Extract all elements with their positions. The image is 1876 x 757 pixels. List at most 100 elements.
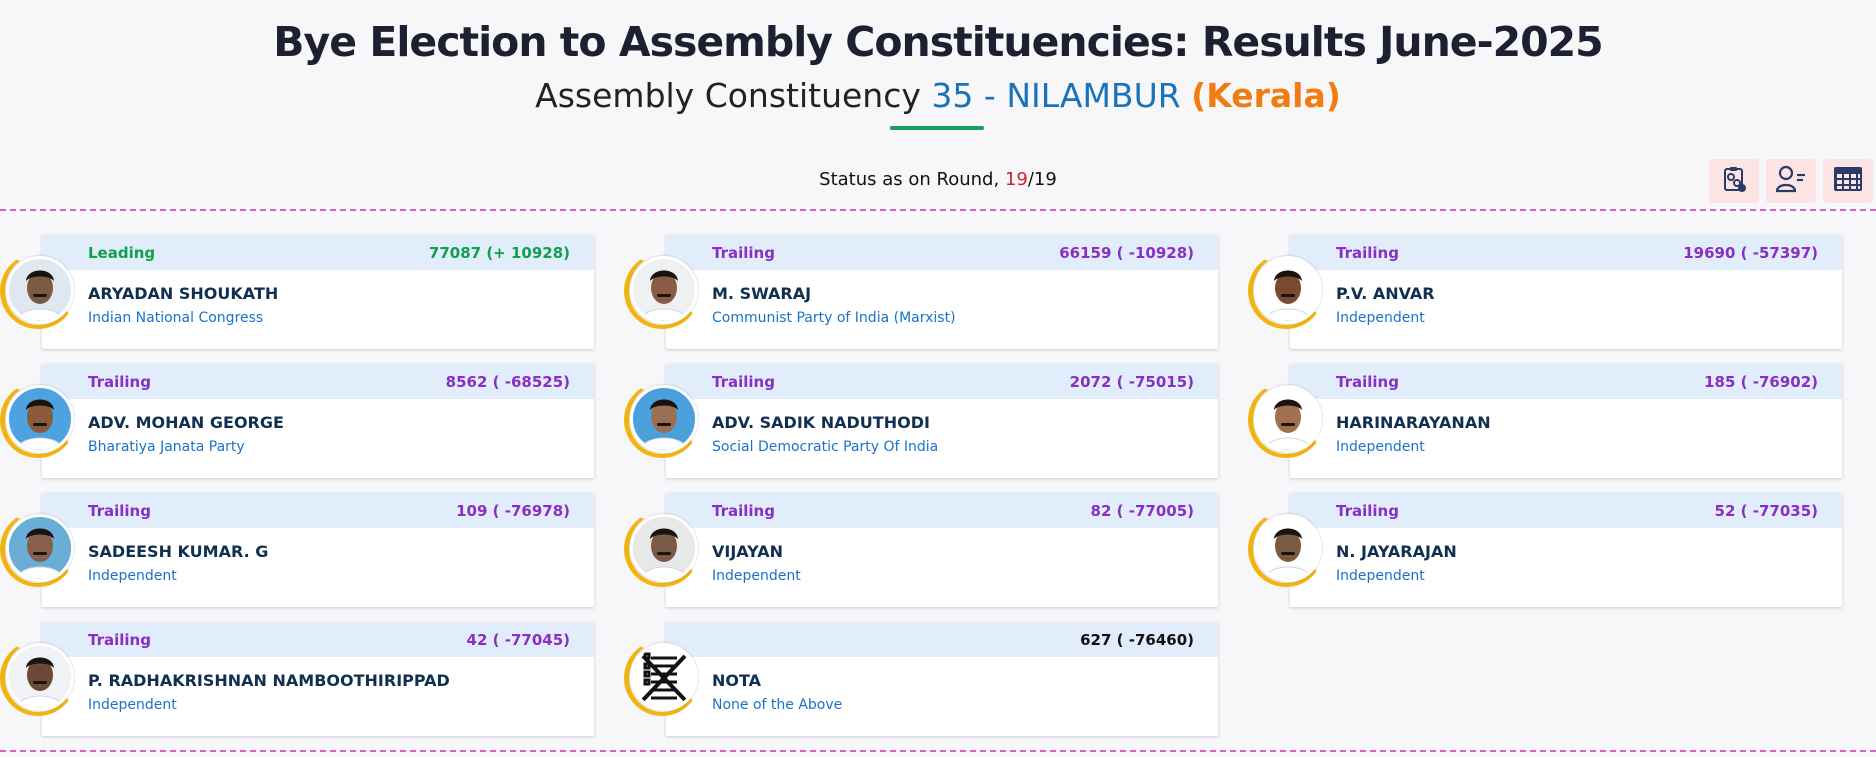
candidate-status: Trailing: [1336, 373, 1399, 391]
total-rounds: 19: [1033, 169, 1057, 190]
candidate-card: Trailing 8562 ( -68525) ADV. MOHAN GEORGE B…: [42, 364, 594, 478]
candidate-card-header: Trailing 2072 ( -75015): [666, 364, 1218, 399]
candidate-votes: 2072 ( -75015): [1069, 373, 1194, 391]
candidate-card-header: Trailing 42 ( -77045): [42, 622, 594, 657]
candidate-party: Independent: [712, 568, 801, 584]
candidate-photo: [1248, 253, 1326, 331]
page-title: Bye Election to Assembly Constituencies:…: [273, 18, 1603, 66]
candidate-card: Trailing 42 ( -77045) P. RADHAKRISHNAN NAM…: [42, 622, 594, 736]
candidate-party: None of the Above: [712, 697, 843, 713]
candidate-photo: [624, 511, 702, 589]
candidate-photo: [624, 382, 702, 460]
avatar-icon: [630, 514, 698, 582]
candidate-card: Trailing 19690 ( -57397) P.V. ANVAR Indepen…: [1290, 235, 1842, 349]
candidate-name: VIJAYAN: [712, 542, 783, 561]
title-underline: [890, 126, 984, 130]
candidate-party: Indian National Congress: [88, 310, 264, 326]
candidate-photo: [1248, 382, 1326, 460]
candidate-votes: 66159 ( -10928): [1059, 244, 1194, 262]
table-view-button[interactable]: [1823, 159, 1873, 203]
avatar-icon: [6, 256, 74, 324]
candidate-photo: [0, 382, 78, 460]
candidate-list-button[interactable]: [1766, 159, 1816, 203]
candidate-name: P. RADHAKRISHNAN NAMBOOTHIRIPPAD: [88, 671, 450, 690]
candidate-status: Trailing: [712, 244, 775, 262]
candidate-party: Social Democratic Party Of India: [712, 439, 939, 455]
status-prefix: Status as on Round,: [819, 169, 1000, 190]
candidate-name: HARINARAYANAN: [1336, 413, 1491, 432]
user-list-icon: [1775, 164, 1807, 199]
candidate-votes: 109 ( -76978): [456, 502, 570, 520]
candidate-card: Trailing 66159 ( -10928) M. SWARAJ Communis…: [666, 235, 1218, 349]
avatar-icon: [6, 643, 74, 711]
constituency-number: 35: [931, 76, 974, 115]
avatar-icon: [630, 256, 698, 324]
candidate-card-header: Trailing 109 ( -76978): [42, 493, 594, 528]
candidate-name: SADEESH KUMAR. G: [88, 542, 269, 561]
candidate-photo: [0, 640, 78, 718]
candidate-name: P.V. ANVAR: [1336, 284, 1435, 303]
clipboard-gear-icon: [1719, 164, 1749, 199]
candidate-card: Trailing 109 ( -76978) SADEESH KUMAR. G Ind…: [42, 493, 594, 607]
candidate-status: Trailing: [88, 631, 151, 649]
candidate-card-header: Trailing 8562 ( -68525): [42, 364, 594, 399]
constituency-subtitle: Assembly Constituency 35 - NILAMBUR (Ker…: [0, 76, 1876, 115]
candidate-card-header: Trailing 82 ( -77005): [666, 493, 1218, 528]
avatar-icon: [1254, 385, 1322, 453]
candidate-party: Independent: [1336, 439, 1425, 455]
candidate-party: Independent: [1336, 310, 1425, 326]
candidate-votes: 19690 ( -57397): [1683, 244, 1818, 262]
clipboard-view-button[interactable]: [1709, 159, 1759, 203]
candidate-votes: 82 ( -77005): [1090, 502, 1194, 520]
candidate-party: Independent: [88, 568, 177, 584]
candidate-photo: [624, 253, 702, 331]
subtitle-prefix: Assembly Constituency: [535, 76, 921, 115]
table-grid-icon: [1832, 164, 1864, 199]
candidate-photo: [1248, 511, 1326, 589]
avatar-icon: [1254, 514, 1322, 582]
candidate-name: NOTA: [712, 671, 762, 690]
view-toolbar: [1709, 159, 1873, 203]
candidate-card: Trailing 185 ( -76902) HARINARAYANAN Indepe…: [1290, 364, 1842, 478]
candidate-card: Trailing 52 ( -77035) N. JAYARAJAN Independ…: [1290, 493, 1842, 607]
constituency-name: NILAMBUR: [1006, 76, 1181, 115]
candidate-name: ADV. SADIK NADUTHODI: [712, 413, 930, 432]
state-name: (Kerala): [1191, 76, 1341, 115]
candidate-votes: 77087 (+ 10928): [428, 244, 570, 262]
candidate-card: Trailing 82 ( -77005) VIJAYAN Independent: [666, 493, 1218, 607]
candidate-card-header: 627 ( -76460): [666, 622, 1218, 657]
candidate-votes: 627 ( -76460): [1080, 631, 1194, 649]
candidate-status: Trailing: [88, 502, 151, 520]
constituency-dash: -: [983, 76, 996, 115]
candidate-photo: [0, 511, 78, 589]
candidate-card: Trailing 2072 ( -75015) ADV. SADIK NADUTHO…: [666, 364, 1218, 478]
candidate-status: Trailing: [712, 373, 775, 391]
candidate-name: M. SWARAJ: [712, 284, 812, 303]
candidate-status: Trailing: [712, 502, 775, 520]
avatar-icon: [6, 385, 74, 453]
candidate-party: Bharatiya Janata Party: [88, 439, 245, 455]
candidate-photo: [0, 253, 78, 331]
candidate-card-header: Trailing 52 ( -77035): [1290, 493, 1842, 528]
current-round: 19: [1004, 169, 1028, 190]
candidate-status: Trailing: [1336, 502, 1399, 520]
candidate-status: Leading: [88, 244, 156, 262]
avatar-icon: [630, 385, 698, 453]
nota-icon: [630, 643, 698, 711]
candidate-votes: 8562 ( -68525): [445, 373, 570, 391]
top-divider: [0, 209, 1876, 211]
candidate-status: Trailing: [1336, 244, 1399, 262]
candidate-card: 627 ( -76460) NOTA None of the Above: [666, 622, 1218, 736]
candidate-card-header: Leading 77087 (+ 10928): [42, 235, 594, 270]
candidate-votes: 52 ( -77035): [1714, 502, 1818, 520]
candidate-votes: 185 ( -76902): [1704, 373, 1818, 391]
bottom-divider: [0, 750, 1876, 752]
candidate-party: Communist Party of India (Marxist): [712, 310, 956, 326]
avatar-icon: [6, 514, 74, 582]
candidate-status: Trailing: [88, 373, 151, 391]
candidate-name: ARYADAN SHOUKATH: [88, 284, 279, 303]
candidate-name: ADV. MOHAN GEORGE: [88, 413, 284, 432]
candidate-card-header: Trailing 185 ( -76902): [1290, 364, 1842, 399]
candidate-card-header: Trailing 66159 ( -10928): [666, 235, 1218, 270]
candidate-votes: 42 ( -77045): [466, 631, 570, 649]
